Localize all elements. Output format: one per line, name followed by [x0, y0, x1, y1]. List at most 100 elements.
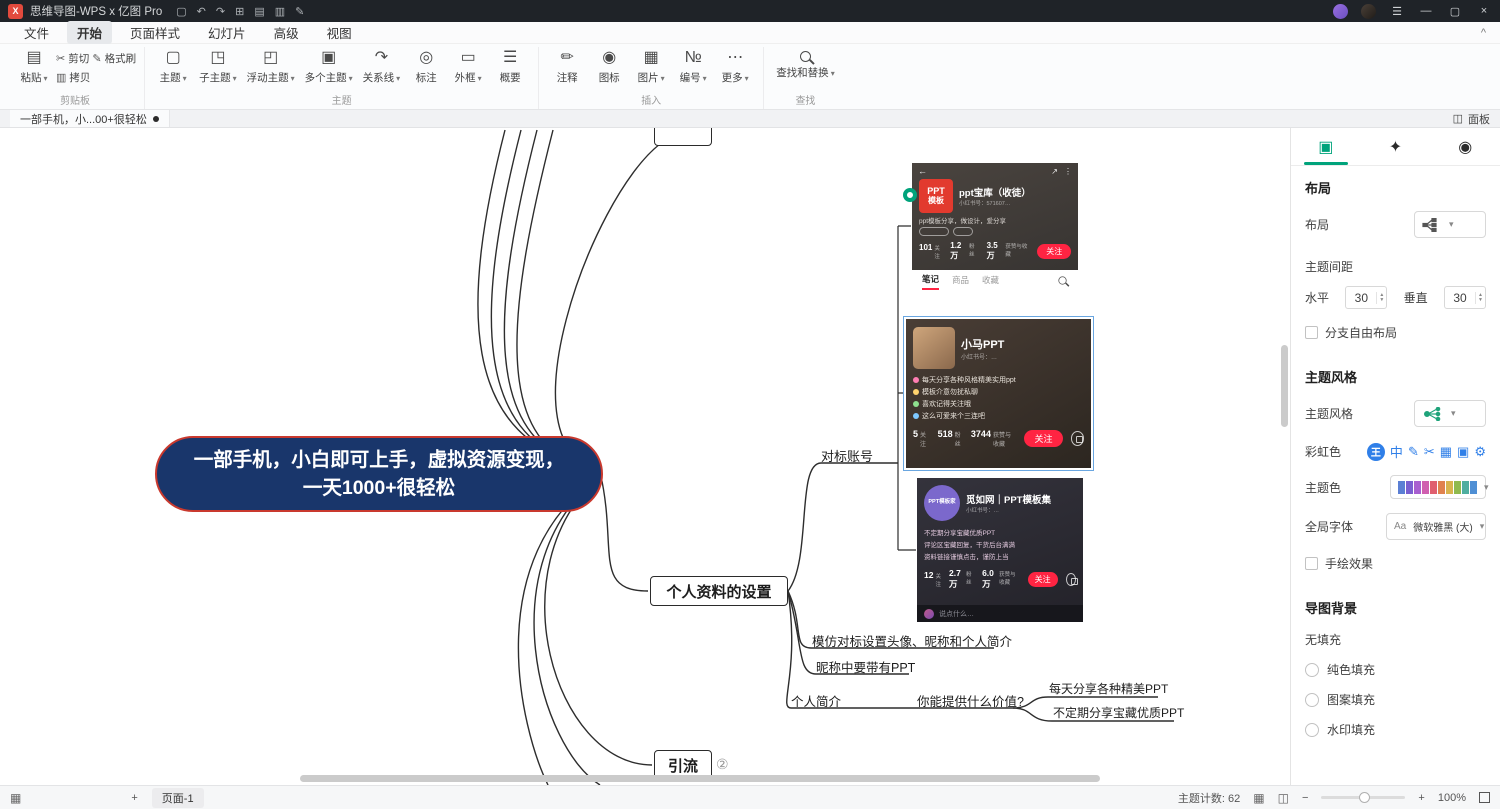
pattern-fill-radio[interactable]	[1305, 693, 1319, 707]
camera-icon[interactable]	[1066, 573, 1076, 586]
avatar-secondary[interactable]	[1361, 4, 1376, 19]
zoom-slider-thumb[interactable]	[1359, 792, 1370, 803]
numbering-button[interactable]: № 编号	[673, 47, 713, 85]
zoom-slider[interactable]	[1321, 796, 1405, 799]
watermark-fill-radio[interactable]	[1305, 723, 1319, 737]
collapsed-children-badge[interactable]: ②	[716, 756, 729, 773]
topic-button[interactable]: ▢ 主题	[153, 47, 193, 85]
cut-button[interactable]: ✂ 剪切	[56, 51, 90, 66]
rainbow-style-icon[interactable]: ✂	[1424, 444, 1435, 460]
avatar[interactable]	[1333, 4, 1348, 19]
panel-tab-layout[interactable]: ▣	[1291, 128, 1361, 165]
new-icon[interactable]: ⊞	[235, 5, 244, 18]
benchmark-card-pptbaoku[interactable]: ← ↗⋮ PPT 模板 ppt宝库（收徒） 小红书号：571607… ppt模板…	[912, 163, 1078, 290]
value-question-node[interactable]: 你能提供什么价值?	[917, 691, 1024, 710]
more-button[interactable]: ⋯ 更多	[715, 47, 755, 85]
theme-color-dropdown[interactable]	[1390, 475, 1486, 499]
search-icon[interactable]	[1058, 276, 1066, 284]
clipped-top-node[interactable]	[654, 128, 712, 146]
imitate-label-node[interactable]: 模仿对标设置头像、昵称和个人简介	[812, 631, 1012, 650]
pages-panel-icon[interactable]: ▦	[1253, 791, 1264, 805]
zoom-in-button[interactable]: +	[1418, 792, 1424, 804]
nickname-label-node[interactable]: 昵称中要带有PPT	[816, 657, 915, 676]
step-down-icon[interactable]: ▼	[1379, 298, 1384, 303]
redo-icon[interactable]: ↷	[216, 5, 225, 18]
add-page-button[interactable]: +	[131, 792, 137, 804]
menu-slides[interactable]: 幻灯片	[198, 21, 256, 44]
horizontal-spacing-stepper[interactable]: 30 ▲▼	[1345, 286, 1387, 309]
mindmap-canvas[interactable]: 一部手机，小白即可上手，虚拟资源变现，一天1000+很轻松 个人资料的设置 引流…	[0, 128, 1290, 785]
save-icon[interactable]: ▢	[176, 5, 186, 18]
menu-file[interactable]: 文件	[14, 21, 59, 44]
menu-page-style[interactable]: 页面样式	[120, 21, 190, 44]
step-down-icon[interactable]: ▼	[1478, 298, 1483, 303]
edit-icon[interactable]: ✎	[295, 5, 304, 18]
panel-toggle[interactable]: ◫ 面板	[1453, 111, 1490, 127]
solid-fill-radio[interactable]	[1305, 663, 1319, 677]
subtopic-button[interactable]: ◳ 子主题	[195, 47, 241, 85]
comment-bar[interactable]: 说点什么…	[917, 605, 1083, 622]
document-tab[interactable]: 一部手机，小...00+很轻松	[10, 110, 170, 127]
panel-tab-ai[interactable]: ✦	[1361, 128, 1431, 165]
fullscreen-icon[interactable]	[1479, 792, 1490, 803]
global-font-dropdown[interactable]: Aa 微软雅黑 (大)	[1386, 513, 1486, 540]
grid-icon[interactable]: ▦	[10, 791, 21, 805]
zoom-value[interactable]: 100%	[1438, 792, 1466, 804]
rainbow-style-icon[interactable]: 中	[1390, 442, 1403, 461]
zoom-out-button[interactable]: −	[1302, 792, 1308, 804]
maximize-button[interactable]: ▢	[1447, 5, 1463, 18]
vertical-scrollbar[interactable]	[1281, 345, 1288, 427]
side-panel-icon[interactable]: ◫	[1278, 791, 1289, 805]
layout-dropdown[interactable]	[1414, 211, 1486, 238]
undo-icon[interactable]: ↶	[197, 5, 206, 18]
menu-advanced[interactable]: 高级	[264, 21, 309, 44]
camera-icon[interactable]	[1071, 431, 1084, 446]
note-button[interactable]: ✏ 注释	[547, 47, 587, 85]
panel-tab-theme[interactable]: ◉	[1430, 128, 1500, 165]
vertical-spacing-stepper[interactable]: 30 ▲▼	[1444, 286, 1486, 309]
tab-collections[interactable]: 收藏	[982, 274, 999, 286]
follow-button[interactable]: 关注	[1028, 572, 1058, 587]
rainbow-style-icon[interactable]: ▣	[1457, 444, 1469, 460]
menu-icon[interactable]: ☰	[1389, 5, 1405, 18]
benchmark-card-miruwang[interactable]: PPT模板家 觅如网｜PPT模板集 小红书号：… 不定期分享宝藏优质PPT 评论…	[917, 478, 1083, 622]
central-topic-node[interactable]: 一部手机，小白即可上手，虚拟资源变现，一天1000+很轻松	[155, 436, 603, 512]
follow-button[interactable]: 关注	[1024, 430, 1062, 447]
picture-button[interactable]: ▦ 图片	[631, 47, 671, 85]
file-icon[interactable]: ▤	[254, 5, 264, 18]
floating-topic-button[interactable]: ◰ 浮动主题	[243, 47, 299, 85]
value2-label-node[interactable]: 不定期分享宝藏优质PPT	[1053, 704, 1184, 721]
value1-label-node[interactable]: 每天分享各种精美PPT	[1049, 680, 1168, 697]
callout-button[interactable]: ◎ 标注	[406, 47, 446, 85]
find-replace-button[interactable]: 查找和替换	[772, 47, 839, 80]
relation-line-button[interactable]: ↷ 关系线	[359, 47, 405, 85]
minimize-button[interactable]: —	[1418, 5, 1434, 17]
rainbow-style-icon[interactable]: ✎	[1408, 444, 1419, 460]
benchmark-card-xiaoma[interactable]: 小马PPT 小红书号：… 每天分享各种风格精美实用ppt 模板介意勿扰私聊 喜欢…	[906, 319, 1091, 468]
print-icon[interactable]: ▥	[275, 5, 285, 18]
horizontal-scrollbar[interactable]	[300, 775, 1100, 782]
icon-button[interactable]: ◉ 图标	[589, 47, 629, 85]
collapse-ribbon-icon[interactable]: ^	[1481, 27, 1486, 39]
hand-drawn-checkbox[interactable]	[1305, 557, 1318, 570]
selection-box[interactable]: 小马PPT 小红书号：… 每天分享各种风格精美实用ppt 模板介意勿扰私聊 喜欢…	[903, 316, 1094, 471]
benchmark-label-node[interactable]: 对标账号	[821, 446, 873, 465]
rainbow-style-icon[interactable]: ▦	[1440, 444, 1452, 460]
paste-button[interactable]: ▤ 粘贴	[14, 47, 54, 85]
profile-setup-node[interactable]: 个人资料的设置	[650, 576, 788, 606]
follow-button[interactable]: 关注	[1037, 244, 1071, 259]
menu-home[interactable]: 开始	[67, 21, 112, 44]
summary-button[interactable]: ☰ 概要	[490, 47, 530, 85]
tab-goods[interactable]: 商品	[952, 274, 969, 286]
rainbow-active-icon[interactable]: 王	[1367, 443, 1385, 461]
free-branch-checkbox[interactable]	[1305, 326, 1318, 339]
page-tab[interactable]: 页面-1	[152, 788, 204, 808]
intro-label-node[interactable]: 个人简介	[791, 691, 841, 710]
copy-button[interactable]: ▥ 拷贝	[56, 70, 90, 85]
tab-notes[interactable]: 笔记	[922, 270, 939, 290]
menu-view[interactable]: 视图	[317, 21, 362, 44]
theme-style-dropdown[interactable]	[1414, 400, 1486, 427]
multi-topic-button[interactable]: ▣ 多个主题	[301, 47, 357, 85]
boundary-button[interactable]: ▭ 外框	[448, 47, 488, 85]
close-button[interactable]: ×	[1476, 5, 1492, 17]
